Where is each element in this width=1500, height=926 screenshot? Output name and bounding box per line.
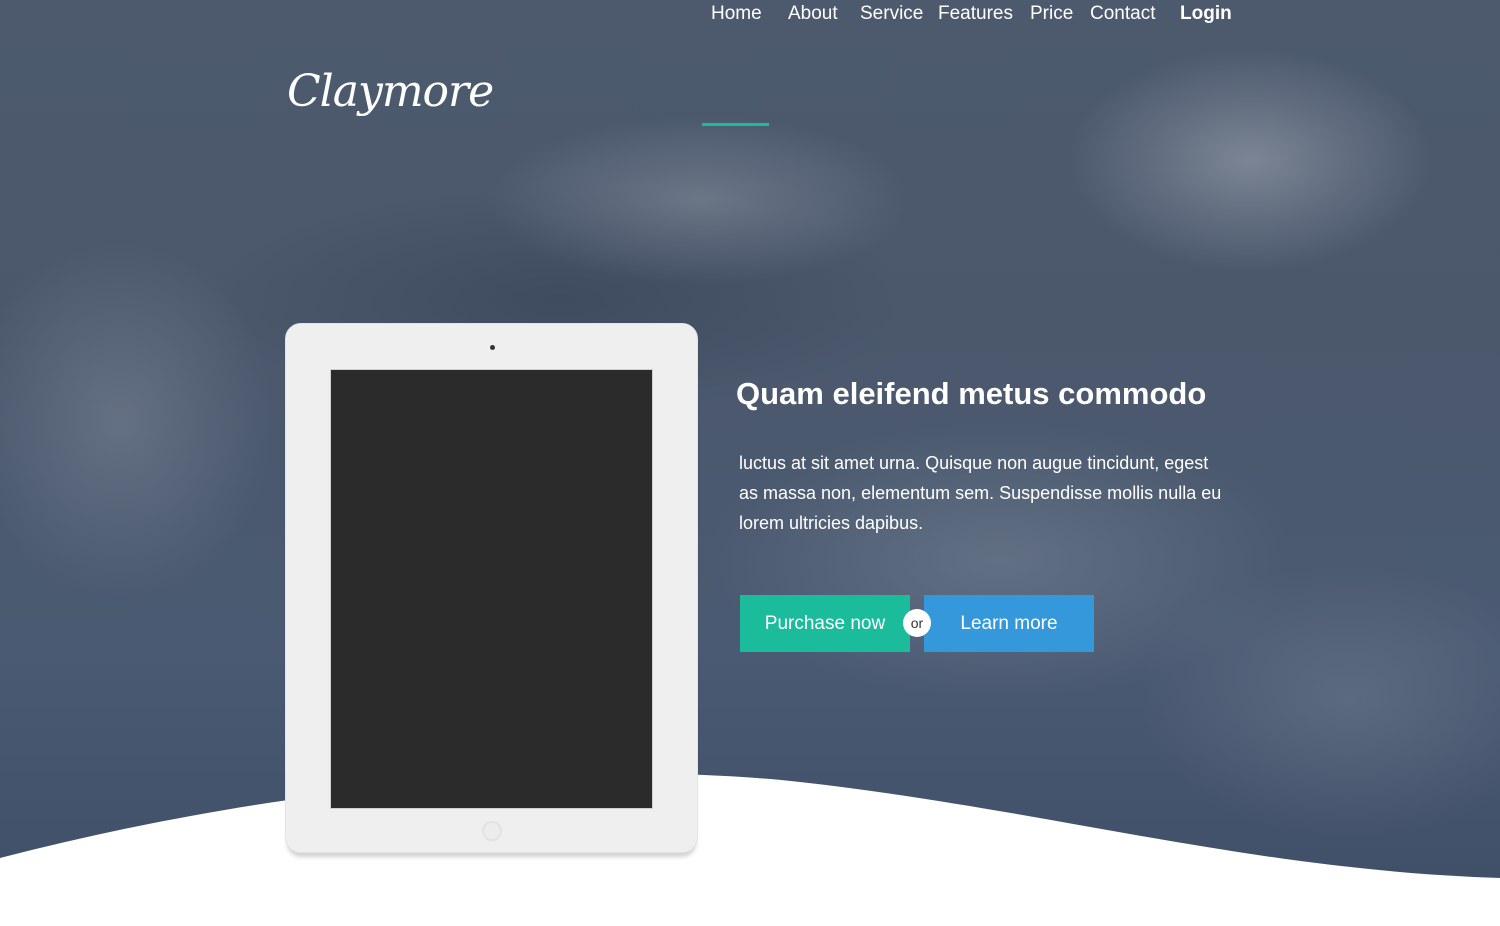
nav-price[interactable]: Price [1030,0,1073,28]
nav-login[interactable]: Login [1180,0,1232,28]
hero-headline: Quam eleifend metus commodo [736,376,1207,411]
nav-features[interactable]: Features [938,0,1013,28]
brand-logo[interactable]: Claymore [287,62,494,122]
learn-more-button[interactable]: Learn more [924,595,1094,652]
nav-home[interactable]: Home [711,0,762,28]
purchase-now-button[interactable]: Purchase now [740,595,910,652]
tablet-screen [330,369,653,809]
tablet-home-button-icon [482,821,502,841]
nav-active-indicator [702,123,769,126]
tablet-camera [490,345,495,350]
tablet-mockup [285,323,698,853]
nav-contact[interactable]: Contact [1090,0,1155,28]
hero-lead-text: luctus at sit amet urna. Quisque non aug… [739,453,1222,533]
nav-about[interactable]: About [788,0,838,28]
or-badge: or [903,609,931,637]
nav-service[interactable]: Service [860,0,923,28]
